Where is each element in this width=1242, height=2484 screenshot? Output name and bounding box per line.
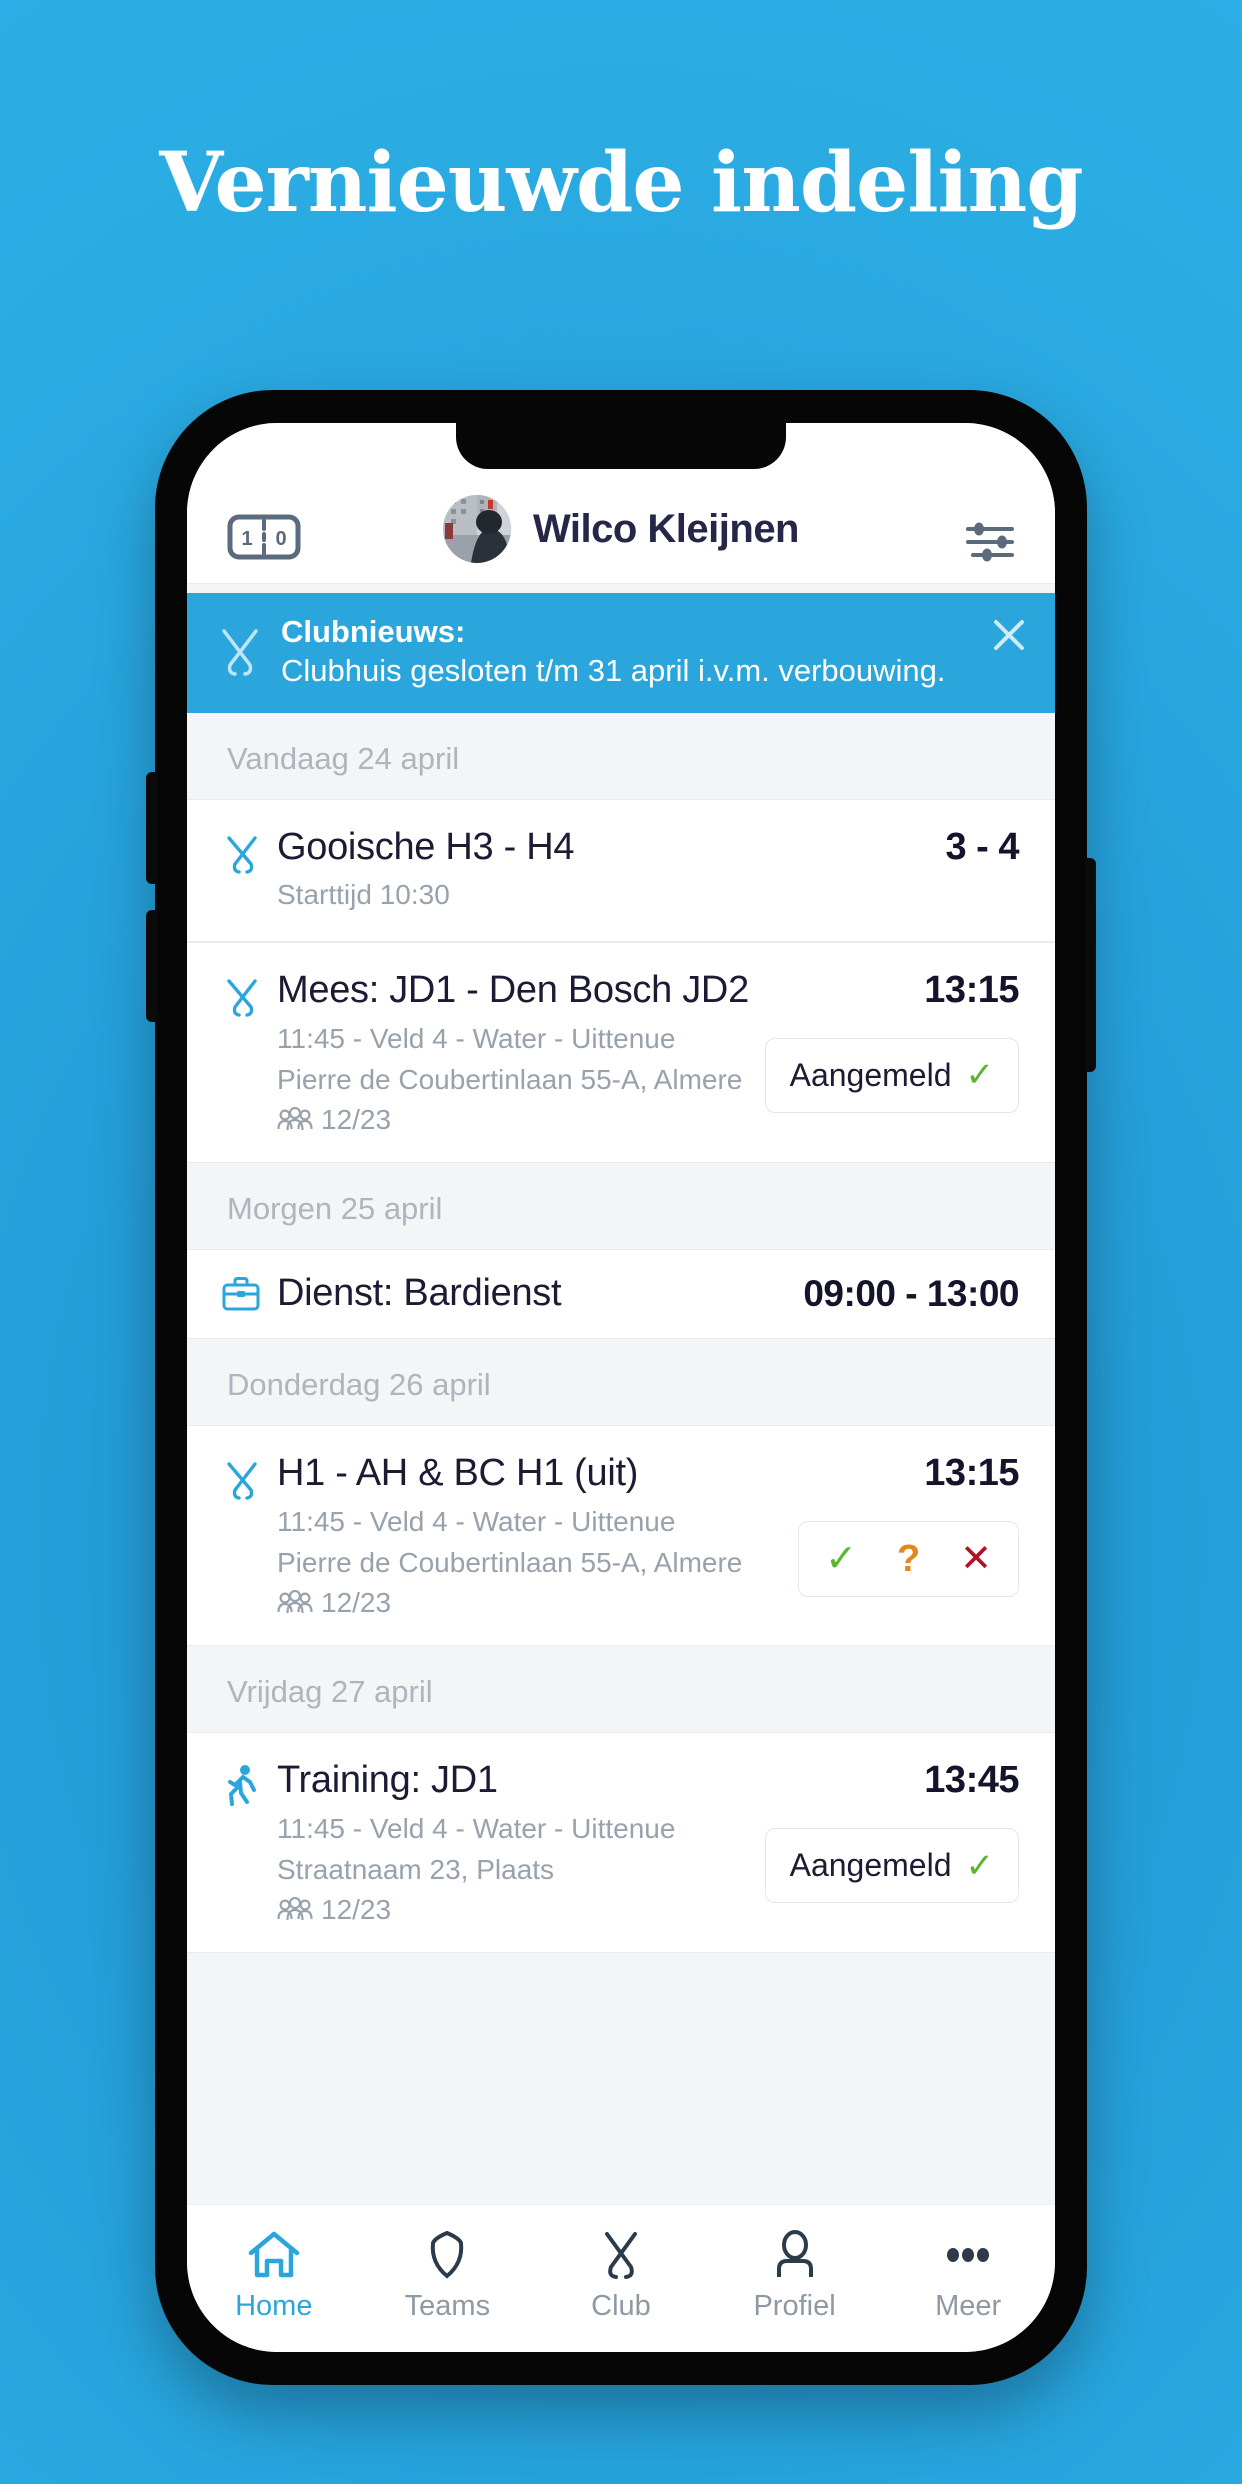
event-address: Pierre de Coubertinlaan 55-A, Almere xyxy=(277,1064,743,1096)
nav-label: Home xyxy=(235,2289,313,2322)
news-title: Clubnieuws: xyxy=(281,614,466,649)
rsvp-button-group[interactable]: ✓ ? ✕ xyxy=(798,1520,1019,1597)
day-header-vrijdag: Vrijdag 27 april xyxy=(187,1646,1055,1732)
event-title: Mees: JD1 - Den Bosch JD2 xyxy=(277,968,749,1011)
event-subtitle: 11:45 - Veld 4 - Water - Uittenue xyxy=(277,1812,676,1844)
rsvp-maybe-button[interactable]: ? xyxy=(877,1536,940,1582)
nav-item-meer[interactable]: Meer xyxy=(881,2229,1055,2323)
nav-label: Teams xyxy=(404,2289,491,2322)
day-header-morgen: Morgen 25 april xyxy=(187,1163,1055,1250)
agenda-row-training[interactable]: Training: JD1 11:45 - Veld 4 - Water - U… xyxy=(187,1732,1055,1954)
people-icon xyxy=(277,1590,313,1616)
nav-label: Meer xyxy=(935,2289,1002,2322)
nav-label: Club xyxy=(591,2289,651,2322)
status-label: Aangemeld xyxy=(789,1056,952,1093)
phone-screen: 1 0 Wilco Kleijnen Clubnieuws: Clubhuis … xyxy=(187,423,1055,2352)
news-body: Clubhuis gesloten t/m 31 april i.v.m. ve… xyxy=(281,652,946,688)
person-icon xyxy=(767,2229,823,2281)
event-time: 13:15 xyxy=(924,1451,1019,1494)
nav-item-club[interactable]: Club xyxy=(534,2229,708,2323)
rsvp-no-button[interactable]: ✕ xyxy=(940,1536,1012,1582)
check-icon: ✓ xyxy=(965,1056,995,1095)
header-divider xyxy=(187,583,1055,584)
agenda-row-mees[interactable]: Mees: JD1 - Den Bosch JD2 11:45 - Veld 4… xyxy=(187,941,1055,1164)
agenda-list[interactable]: Clubnieuws: Clubhuis gesloten t/m 31 apr… xyxy=(187,584,1055,2204)
sticks-icon xyxy=(593,2229,649,2281)
agenda-row-h1[interactable]: H1 - AH & BC H1 (uit) 11:45 - Veld 4 - W… xyxy=(187,1424,1055,1646)
event-subtitle: Starttijd 10:30 xyxy=(277,879,450,911)
power-button[interactable] xyxy=(1085,858,1096,1072)
running-icon xyxy=(221,1759,277,1926)
event-title: Dienst: Bardienst xyxy=(277,1272,562,1315)
event-attendance: 12/23 xyxy=(277,1104,751,1136)
hockey-sticks-icon xyxy=(221,826,277,915)
event-attendance: 12/23 xyxy=(277,1587,784,1619)
crossed-hockey-sticks-icon xyxy=(217,625,263,679)
event-title: Gooische H3 - H4 xyxy=(277,825,575,868)
home-icon xyxy=(246,2229,302,2281)
dots-icon xyxy=(940,2229,996,2281)
close-icon[interactable] xyxy=(989,615,1029,655)
sliders-icon[interactable] xyxy=(965,521,1015,563)
club-news-banner[interactable]: Clubnieuws: Clubhuis gesloten t/m 31 apr… xyxy=(187,593,1055,713)
check-icon: ✓ xyxy=(965,1846,995,1885)
scoreboard-icon[interactable]: 1 0 xyxy=(227,511,301,563)
hockey-sticks-icon xyxy=(221,1452,277,1619)
event-subtitle: 11:45 - Veld 4 - Water - Uittenue xyxy=(277,1022,676,1054)
day-header-donderdag: Donderdag 26 april xyxy=(187,1338,1055,1425)
attendance-count: 12/23 xyxy=(321,1104,392,1136)
attendance-count: 12/23 xyxy=(321,1894,392,1926)
volume-up-button[interactable] xyxy=(146,772,157,884)
day-header-vandaag: Vandaag 24 april xyxy=(187,712,1055,799)
svg-text:0: 0 xyxy=(275,528,286,550)
agenda-row-gooische[interactable]: Gooische H3 - H4 Starttijd 10:30 3 - 4 xyxy=(187,798,1055,942)
event-attendance: 12/23 xyxy=(277,1894,751,1926)
hockey-sticks-icon xyxy=(221,969,277,1136)
event-time: 13:15 xyxy=(924,968,1019,1011)
attendance-count: 12/23 xyxy=(321,1587,392,1618)
event-subtitle: 11:45 - Veld 4 - Water - Uittenue xyxy=(277,1505,676,1537)
event-score: 3 - 4 xyxy=(945,825,1019,868)
phone-notch xyxy=(456,423,786,469)
event-title: H1 - AH & BC H1 (uit) xyxy=(277,1451,639,1494)
status-button-aangemeld[interactable]: Aangemeld ✓ xyxy=(764,1828,1019,1903)
svg-text:1: 1 xyxy=(241,528,252,550)
status-label: Aangemeld xyxy=(789,1847,952,1883)
people-icon xyxy=(277,1107,313,1133)
nav-item-home[interactable]: Home xyxy=(187,2229,361,2323)
event-address: Pierre de Coubertinlaan 55-A, Almere xyxy=(277,1547,743,1579)
nav-item-teams[interactable]: Teams xyxy=(361,2229,535,2323)
status-button-aangemeld[interactable]: Aangemeld ✓ xyxy=(764,1037,1019,1113)
event-address: Straatnaam 23, Plaats xyxy=(277,1854,555,1886)
user-name: Wilco Kleijnen xyxy=(532,506,800,551)
rsvp-yes-button[interactable]: ✓ xyxy=(805,1536,877,1582)
list-tail-spacer xyxy=(187,1953,1055,2024)
agenda-row-bardienst[interactable]: Dienst: Bardienst 09:00 - 13:00 xyxy=(187,1249,1055,1339)
bottom-navigation: Home Teams Club Profiel Meer xyxy=(187,2204,1055,2352)
nav-label: Profiel xyxy=(753,2289,836,2322)
page-title: Vernieuwde indeling xyxy=(159,135,1083,231)
event-time: 13:45 xyxy=(924,1759,1019,1801)
briefcase-icon xyxy=(221,1275,277,1313)
phone-frame: 1 0 Wilco Kleijnen Clubnieuws: Clubhuis … xyxy=(146,390,1096,2385)
event-time-range: 09:00 - 13:00 xyxy=(803,1272,1019,1314)
volume-down-button[interactable] xyxy=(146,910,157,1022)
event-title: Training: JD1 xyxy=(277,1759,498,1801)
shield-icon xyxy=(419,2229,475,2281)
people-icon xyxy=(277,1897,313,1923)
avatar[interactable] xyxy=(442,495,511,563)
nav-item-profiel[interactable]: Profiel xyxy=(708,2229,882,2323)
